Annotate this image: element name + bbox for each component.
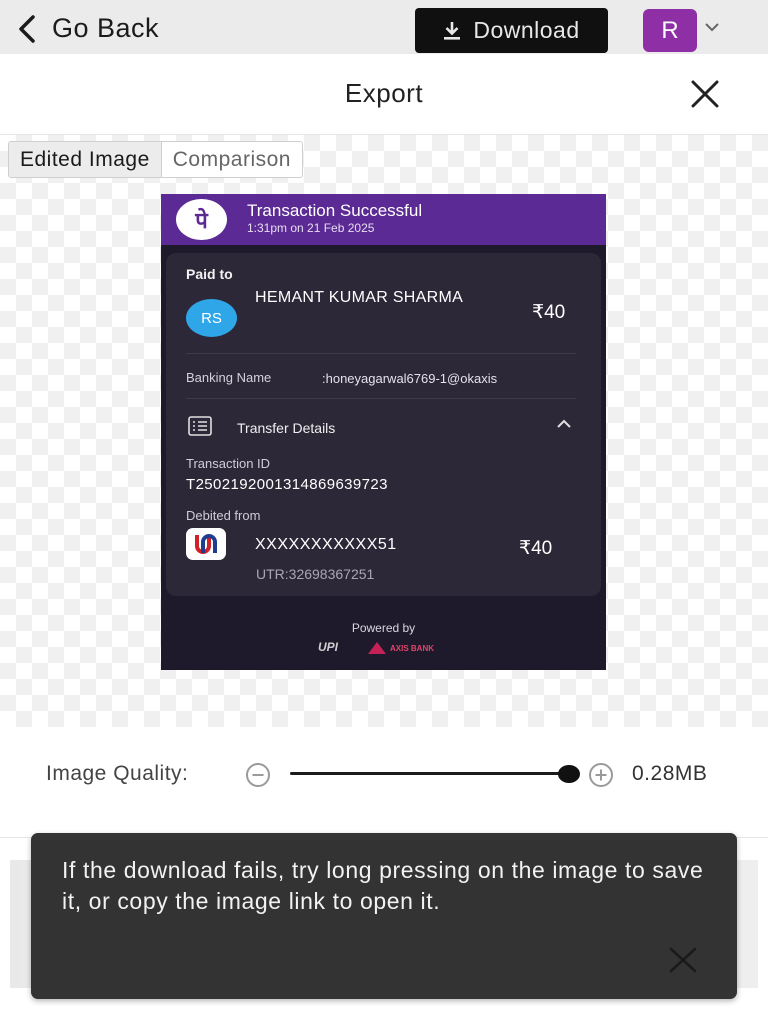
- top-bar: Go Back Download R: [0, 0, 768, 54]
- transaction-time: 1:31pm on 21 Feb 2025: [247, 221, 375, 235]
- chevron-down-icon[interactable]: [704, 22, 720, 32]
- close-icon[interactable]: [690, 80, 720, 108]
- bank-logo-icon: [186, 528, 226, 560]
- axis-bank-icon: [368, 642, 386, 654]
- utr-number: UTR:32698367251: [256, 566, 375, 582]
- axis-bank-label: AXIS BANK: [390, 643, 435, 653]
- download-icon: [444, 21, 461, 40]
- chevron-up-icon: [557, 419, 571, 428]
- image-quality-label: Image Quality:: [46, 762, 189, 785]
- zoom-in-icon[interactable]: [588, 762, 614, 788]
- axis-bank-logo: AXIS BANK: [367, 641, 434, 655]
- paid-to-label: Paid to: [186, 266, 233, 282]
- go-back-label: Go Back: [52, 13, 160, 43]
- divider: [186, 398, 576, 399]
- download-tip-toast: If the download fails, try long pressing…: [31, 833, 737, 999]
- debit-amount: ₹40: [519, 538, 553, 559]
- debited-from-label: Debited from: [186, 508, 261, 523]
- go-back-button[interactable]: Go Back: [16, 13, 159, 44]
- transaction-id-label: Transaction ID: [186, 456, 271, 471]
- quality-slider-thumb[interactable]: [558, 765, 580, 783]
- file-size-label: 0.28MB: [632, 762, 708, 785]
- quality-slider-track[interactable]: [290, 772, 568, 775]
- receipt-card: Paid to RS HEMANT KUMAR SHARMA ₹40 Banki…: [166, 253, 601, 596]
- divider: [186, 353, 576, 354]
- transaction-status: Transaction Successful: [247, 201, 423, 220]
- banking-name-label: Banking Name: [186, 370, 272, 385]
- debit-account-number: XXXXXXXXXXX51: [255, 536, 397, 553]
- chevron-left-icon: [19, 14, 35, 43]
- toast-message: If the download fails, try long pressing…: [62, 857, 704, 914]
- receipt-image: पे Transaction Successful 1:31pm on 21 F…: [161, 194, 606, 670]
- download-label: Download: [473, 17, 580, 43]
- close-icon[interactable]: [668, 947, 698, 973]
- zoom-out-icon[interactable]: [245, 762, 271, 788]
- receipt-list-icon: [188, 416, 212, 436]
- payee-avatar: RS: [186, 299, 237, 337]
- avatar[interactable]: R: [643, 9, 697, 52]
- receipt-header: पे Transaction Successful 1:31pm on 21 F…: [161, 194, 606, 245]
- transaction-id-value: T2502192001314869639723: [186, 476, 388, 493]
- tab-comparison[interactable]: Comparison: [161, 142, 302, 177]
- export-title: Export: [344, 78, 424, 108]
- payee-name: HEMANT KUMAR SHARMA: [255, 289, 464, 306]
- tab-edited-image[interactable]: Edited Image: [9, 142, 162, 177]
- banking-name-value: :honeyagarwal6769-1@okaxis: [322, 371, 498, 386]
- payment-amount: ₹40: [532, 302, 566, 323]
- powered-by-label: Powered by: [351, 621, 416, 635]
- preview-tabs: Edited Image Comparison: [8, 141, 303, 178]
- phonepe-logo-icon: पे: [176, 199, 227, 240]
- transfer-details-label: Transfer Details: [237, 420, 336, 436]
- export-header: Export: [0, 54, 768, 135]
- upi-logo: UPI: [318, 640, 339, 654]
- download-button[interactable]: Download: [415, 8, 608, 53]
